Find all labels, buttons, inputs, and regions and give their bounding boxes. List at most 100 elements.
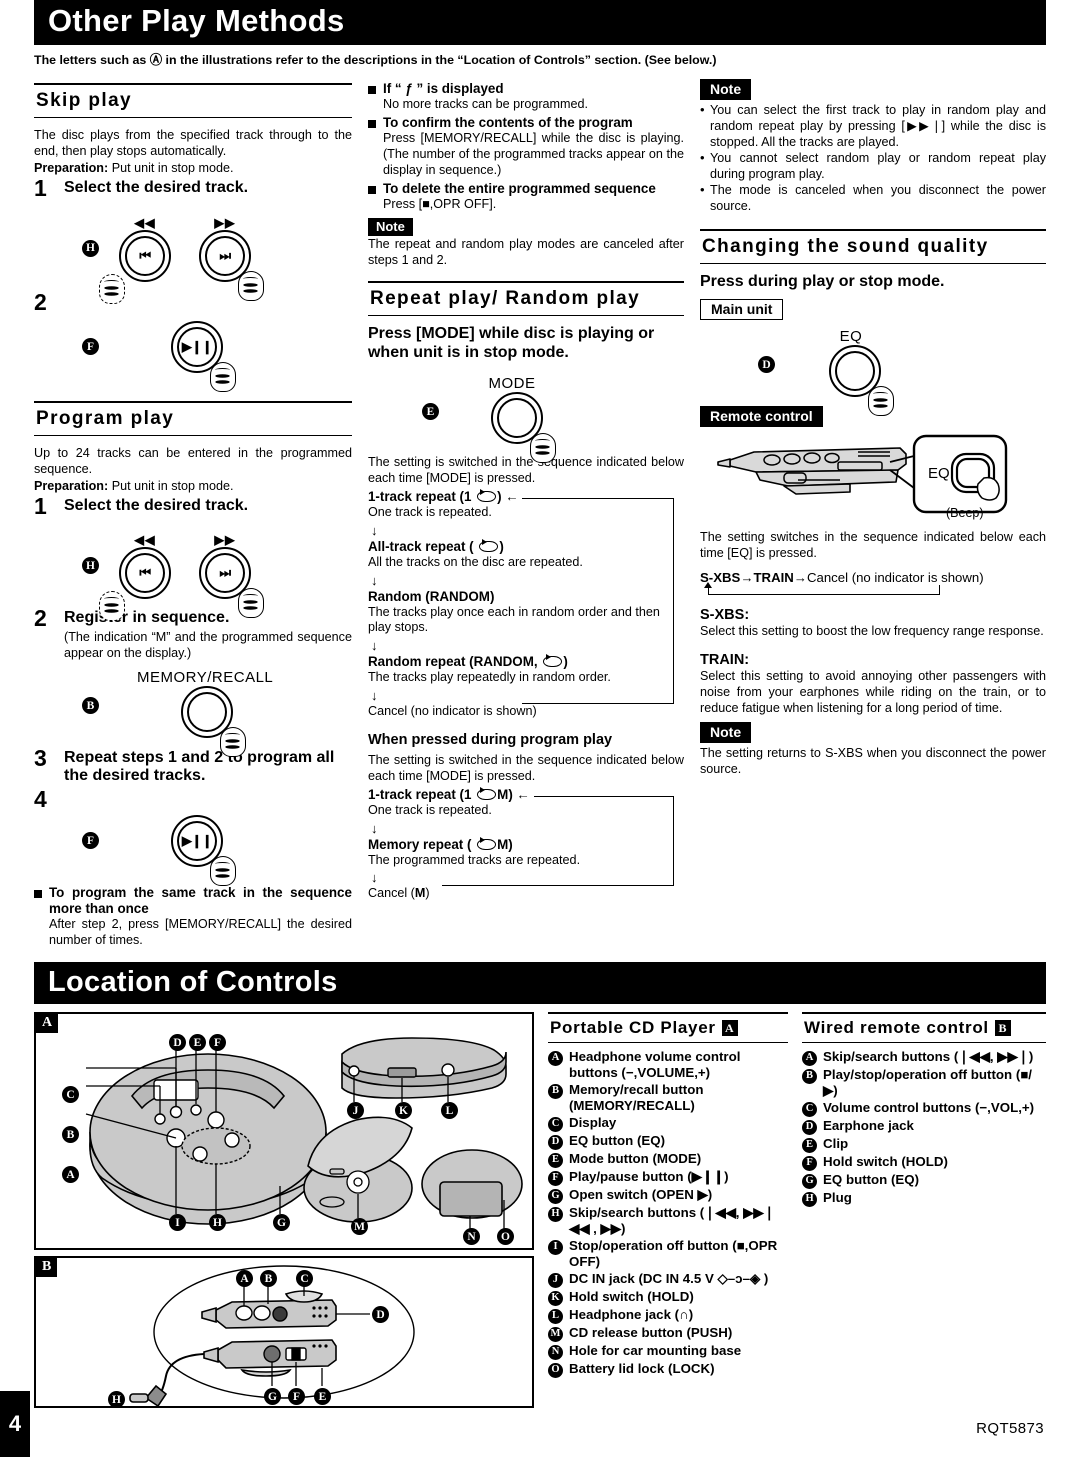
- flow-item-head: Memory repeat ( M): [367, 836, 513, 852]
- remote-heading-tag: B: [994, 1020, 1011, 1037]
- list-item: O Battery lid lock (LOCK): [548, 1361, 788, 1378]
- mode-button-illustration: E MODE: [368, 367, 684, 463]
- item-key: A: [802, 1051, 818, 1067]
- note-badge: Note: [700, 721, 752, 743]
- location-of-controls-title: Location of Controls: [34, 961, 1046, 1005]
- program-note-body: The repeat and random play modes are can…: [367, 237, 684, 268]
- flow-cancel-item: Cancel (no indicator is shown): [367, 703, 537, 718]
- if-full-heading: If “ ƒ ” is displayed: [367, 81, 684, 97]
- program-play-step-1: 1 Select the desired track.: [34, 494, 352, 518]
- next-button-illustration: ⏭: [199, 547, 264, 619]
- prev-button-glyph: ⏮: [139, 565, 151, 581]
- list-item: H Plug: [802, 1190, 1046, 1208]
- page-title: Other Play Methods: [34, 0, 1046, 45]
- next-button-glyph: ⏭: [219, 565, 231, 581]
- list-item: J DC IN jack (DC IN 4.5 V ◇–ɔ–◈ ): [548, 1271, 788, 1288]
- list-item: C Display: [548, 1115, 788, 1133]
- loop-line-vertical: [673, 795, 674, 887]
- item-key: E: [802, 1138, 818, 1154]
- flow-item-body: One track is repeated.: [367, 802, 492, 817]
- callout-badge-e: E: [421, 403, 439, 421]
- illustration-b: B A B C D E F G H: [34, 1256, 534, 1409]
- illustration-b-tag: B: [36, 1258, 58, 1278]
- eq-sequence-line: S-XBS→TRAIN→Cancel (no indicator is show…: [700, 569, 984, 585]
- hand-pointer-icon: [99, 273, 125, 304]
- delete-program-body: Press [■,OPR OFF].: [382, 197, 497, 212]
- item-key: K: [548, 1290, 563, 1306]
- skip-play-skip-buttons-illustration: H ◀◀ ⏮ ▶▶ ⏭: [34, 200, 352, 304]
- item-key: F: [548, 1171, 563, 1187]
- repeat-flow-item: All-track repeat ( ) All the tracks on t…: [367, 538, 684, 571]
- item-key: C: [802, 1102, 818, 1118]
- repeat-arrow-icon: [477, 538, 499, 552]
- step-number: 1: [34, 492, 47, 519]
- preparation-label: Preparation:: [34, 161, 109, 176]
- item-key: B: [548, 1084, 563, 1100]
- prev-button-illustration: ⏮: [99, 547, 171, 622]
- hand-pointer-icon: [238, 270, 264, 301]
- list-item: E Clip: [802, 1136, 1046, 1154]
- manual-page: Other Play Methods The letters such as Ⓐ…: [0, 0, 1080, 1481]
- sxbs-body: Select this setting to boost the low fre…: [700, 623, 1044, 638]
- program-play-step-2-note: (The indication “M” and the programmed s…: [64, 630, 352, 660]
- list-item: B Play/stop/operation off button (■/▶): [802, 1067, 1046, 1099]
- play-pause-glyph: ▶❙❙: [181, 832, 213, 848]
- remote-control-illustration: EQ (Beep): [700, 430, 1046, 522]
- confirm-program-body: Press [MEMORY/RECALL] while the disc is …: [382, 131, 684, 178]
- note-item: The mode is canceled when you disconnect…: [700, 182, 1046, 215]
- list-item: N Hole for car mounting base: [548, 1343, 788, 1360]
- top-section: Other Play Methods The letters such as Ⓐ…: [0, 0, 1080, 1409]
- list-item: D Earphone jack: [802, 1118, 1046, 1136]
- column-middle: If “ ƒ ” is displayed No more tracks can…: [367, 77, 700, 950]
- three-column-body: Skip play The disc plays from the specif…: [34, 77, 1046, 950]
- illustration-a: A A B C D E F G H I J K L M N O: [34, 1012, 534, 1251]
- flow-arrow-down-icon: ↓: [370, 820, 378, 836]
- program-play-preparation: Preparation: Put unit in stop mode.: [34, 479, 352, 493]
- eq-label: EQ: [839, 327, 863, 345]
- program-play-step-3: 3 Repeat steps 1 and 2 to program all th…: [34, 746, 352, 786]
- loop-line-top: [522, 497, 674, 499]
- flow-item-body: All the tracks on the disc are repeated.: [367, 554, 583, 569]
- item-key: A: [548, 1051, 563, 1067]
- list-item: F Play/pause button (▶❙❙): [548, 1169, 788, 1187]
- callout-badge-f: F: [82, 832, 99, 850]
- item-key: H: [802, 1192, 818, 1208]
- item-key: E: [548, 1153, 563, 1169]
- hand-pointer-icon: [210, 855, 236, 886]
- hand-pointer-icon: [238, 588, 264, 619]
- item-key: L: [548, 1308, 563, 1324]
- program-play-skip-buttons-illustration: H ◀◀ ⏮ ▶▶ ⏭: [34, 518, 352, 622]
- loop-line-top: [534, 795, 674, 797]
- note-item: You cannot select random play or random …: [700, 150, 1046, 183]
- bullet-square-icon: [367, 86, 376, 95]
- rev-search-label: ◀◀: [134, 215, 156, 230]
- loop-line-bottom: [522, 702, 674, 704]
- column-right: Note You can select the first track to p…: [700, 77, 1046, 950]
- list-item: B Memory/recall button (MEMORY/RECALL): [548, 1082, 788, 1114]
- player-heading-tag: A: [721, 1020, 738, 1037]
- random-notes-list: You can select the first track to play i…: [700, 102, 1046, 215]
- program-sequence-intro: The setting is switched in the sequence …: [367, 752, 684, 783]
- repeat-arrow-icon: [475, 836, 497, 850]
- note-item: You can select the first track to play i…: [700, 102, 1046, 151]
- flow-item-body: The programmed tracks are repeated.: [367, 852, 581, 867]
- memory-recall-illustration: B MEMORY/RECALL: [34, 662, 352, 757]
- list-item: F Hold switch (HOLD): [802, 1154, 1046, 1172]
- fwd-search-label: ▶▶: [214, 533, 236, 548]
- preparation-text: Put unit in stop mode.: [111, 478, 234, 493]
- illustration-a-tag: A: [36, 1014, 59, 1034]
- item-key: C: [548, 1117, 563, 1133]
- intro-text: The letters such as Ⓐ in the illustratio…: [34, 52, 717, 67]
- item-key: D: [802, 1120, 818, 1136]
- item-key: J: [548, 1272, 563, 1288]
- repeat-arrow-icon: [475, 786, 497, 800]
- item-key: N: [548, 1344, 563, 1360]
- bullet-square-icon: [367, 186, 376, 195]
- fwd-search-label: ▶▶: [214, 215, 236, 230]
- loop-line-vertical: [673, 497, 674, 704]
- wired-remote-diagram: [129, 1265, 415, 1407]
- repeat-flow-item: Random repeat (RANDOM, ) The tracks play…: [368, 654, 684, 686]
- play-pause-button-illustration: ▶❙❙: [171, 320, 236, 392]
- repeat-arrow-icon: [475, 488, 497, 502]
- beep-label: (Beep): [946, 505, 984, 520]
